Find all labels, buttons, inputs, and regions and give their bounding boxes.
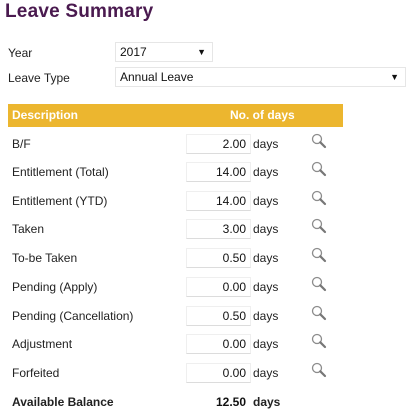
search-icon[interactable] (310, 160, 328, 178)
page-title: Leave Summary (5, 1, 154, 22)
row-unit: days (253, 280, 279, 294)
header-description: Description (12, 108, 79, 122)
search-icon[interactable] (310, 361, 328, 379)
row-pending-cancellation: Pending (Cancellation) 0.50 days (8, 304, 343, 326)
leave-type-select[interactable]: Annual Leave ▼ (115, 67, 406, 87)
row-value: 2.00 (186, 134, 251, 154)
row-adjustment: Adjustment 0.00 days (8, 332, 343, 354)
leave-type-label: Leave Type (8, 71, 70, 85)
row-forfeited: Forfeited 0.00 days (8, 361, 343, 383)
row-label: To-be Taken (12, 251, 78, 265)
leave-type-select-value: Annual Leave (120, 70, 194, 84)
year-select[interactable]: 2017 ▼ (115, 42, 213, 62)
search-icon[interactable] (310, 217, 328, 235)
caret-down-icon: ▼ (197, 47, 206, 57)
row-unit: days (253, 395, 281, 409)
header-days: No. of days (230, 108, 295, 122)
search-icon[interactable] (310, 189, 328, 207)
row-label: Forfeited (12, 366, 60, 380)
row-unit: days (253, 251, 279, 265)
search-icon[interactable] (310, 132, 328, 150)
row-label: Entitlement (Total) (12, 165, 109, 179)
search-icon[interactable] (310, 246, 328, 264)
row-unit: days (253, 137, 279, 151)
row-pending-apply: Pending (Apply) 0.00 days (8, 275, 343, 297)
search-icon[interactable] (310, 332, 328, 350)
caret-down-icon: ▼ (390, 72, 399, 82)
row-value: 12.50 (186, 392, 251, 412)
row-bf: B/F 2.00 days (8, 132, 343, 154)
row-label: Available Balance (12, 395, 114, 409)
row-value: 0.00 (186, 277, 251, 297)
search-icon[interactable] (310, 304, 328, 322)
row-unit: days (253, 337, 279, 351)
row-unit: days (253, 165, 279, 179)
row-value: 14.00 (186, 191, 251, 211)
row-label: Pending (Apply) (12, 280, 98, 294)
row-entitlement-ytd: Entitlement (YTD) 14.00 days (8, 189, 343, 211)
row-label: B/F (12, 137, 31, 151)
row-unit: days (253, 309, 279, 323)
year-select-value: 2017 (120, 45, 147, 59)
row-entitlement-total: Entitlement (Total) 14.00 days (8, 160, 343, 182)
row-label: Taken (12, 222, 45, 236)
row-available-balance: Available Balance 12.50 days (8, 392, 343, 412)
row-unit: days (253, 222, 279, 236)
row-value: 3.00 (186, 219, 251, 239)
row-label: Pending (Cancellation) (12, 309, 134, 323)
row-taken: Taken 3.00 days (8, 217, 343, 239)
row-label: Entitlement (YTD) (12, 194, 108, 208)
year-label: Year (8, 46, 33, 60)
row-value: 0.50 (186, 248, 251, 268)
row-unit: days (253, 366, 279, 380)
row-unit: days (253, 194, 279, 208)
row-value: 14.00 (186, 162, 251, 182)
row-label: Adjustment (12, 337, 73, 351)
row-value: 0.50 (186, 306, 251, 326)
search-icon[interactable] (310, 275, 328, 293)
row-value: 0.00 (186, 334, 251, 354)
row-value: 0.00 (186, 363, 251, 383)
row-to-be-taken: To-be Taken 0.50 days (8, 246, 343, 268)
table-header: Description No. of days (8, 104, 343, 127)
